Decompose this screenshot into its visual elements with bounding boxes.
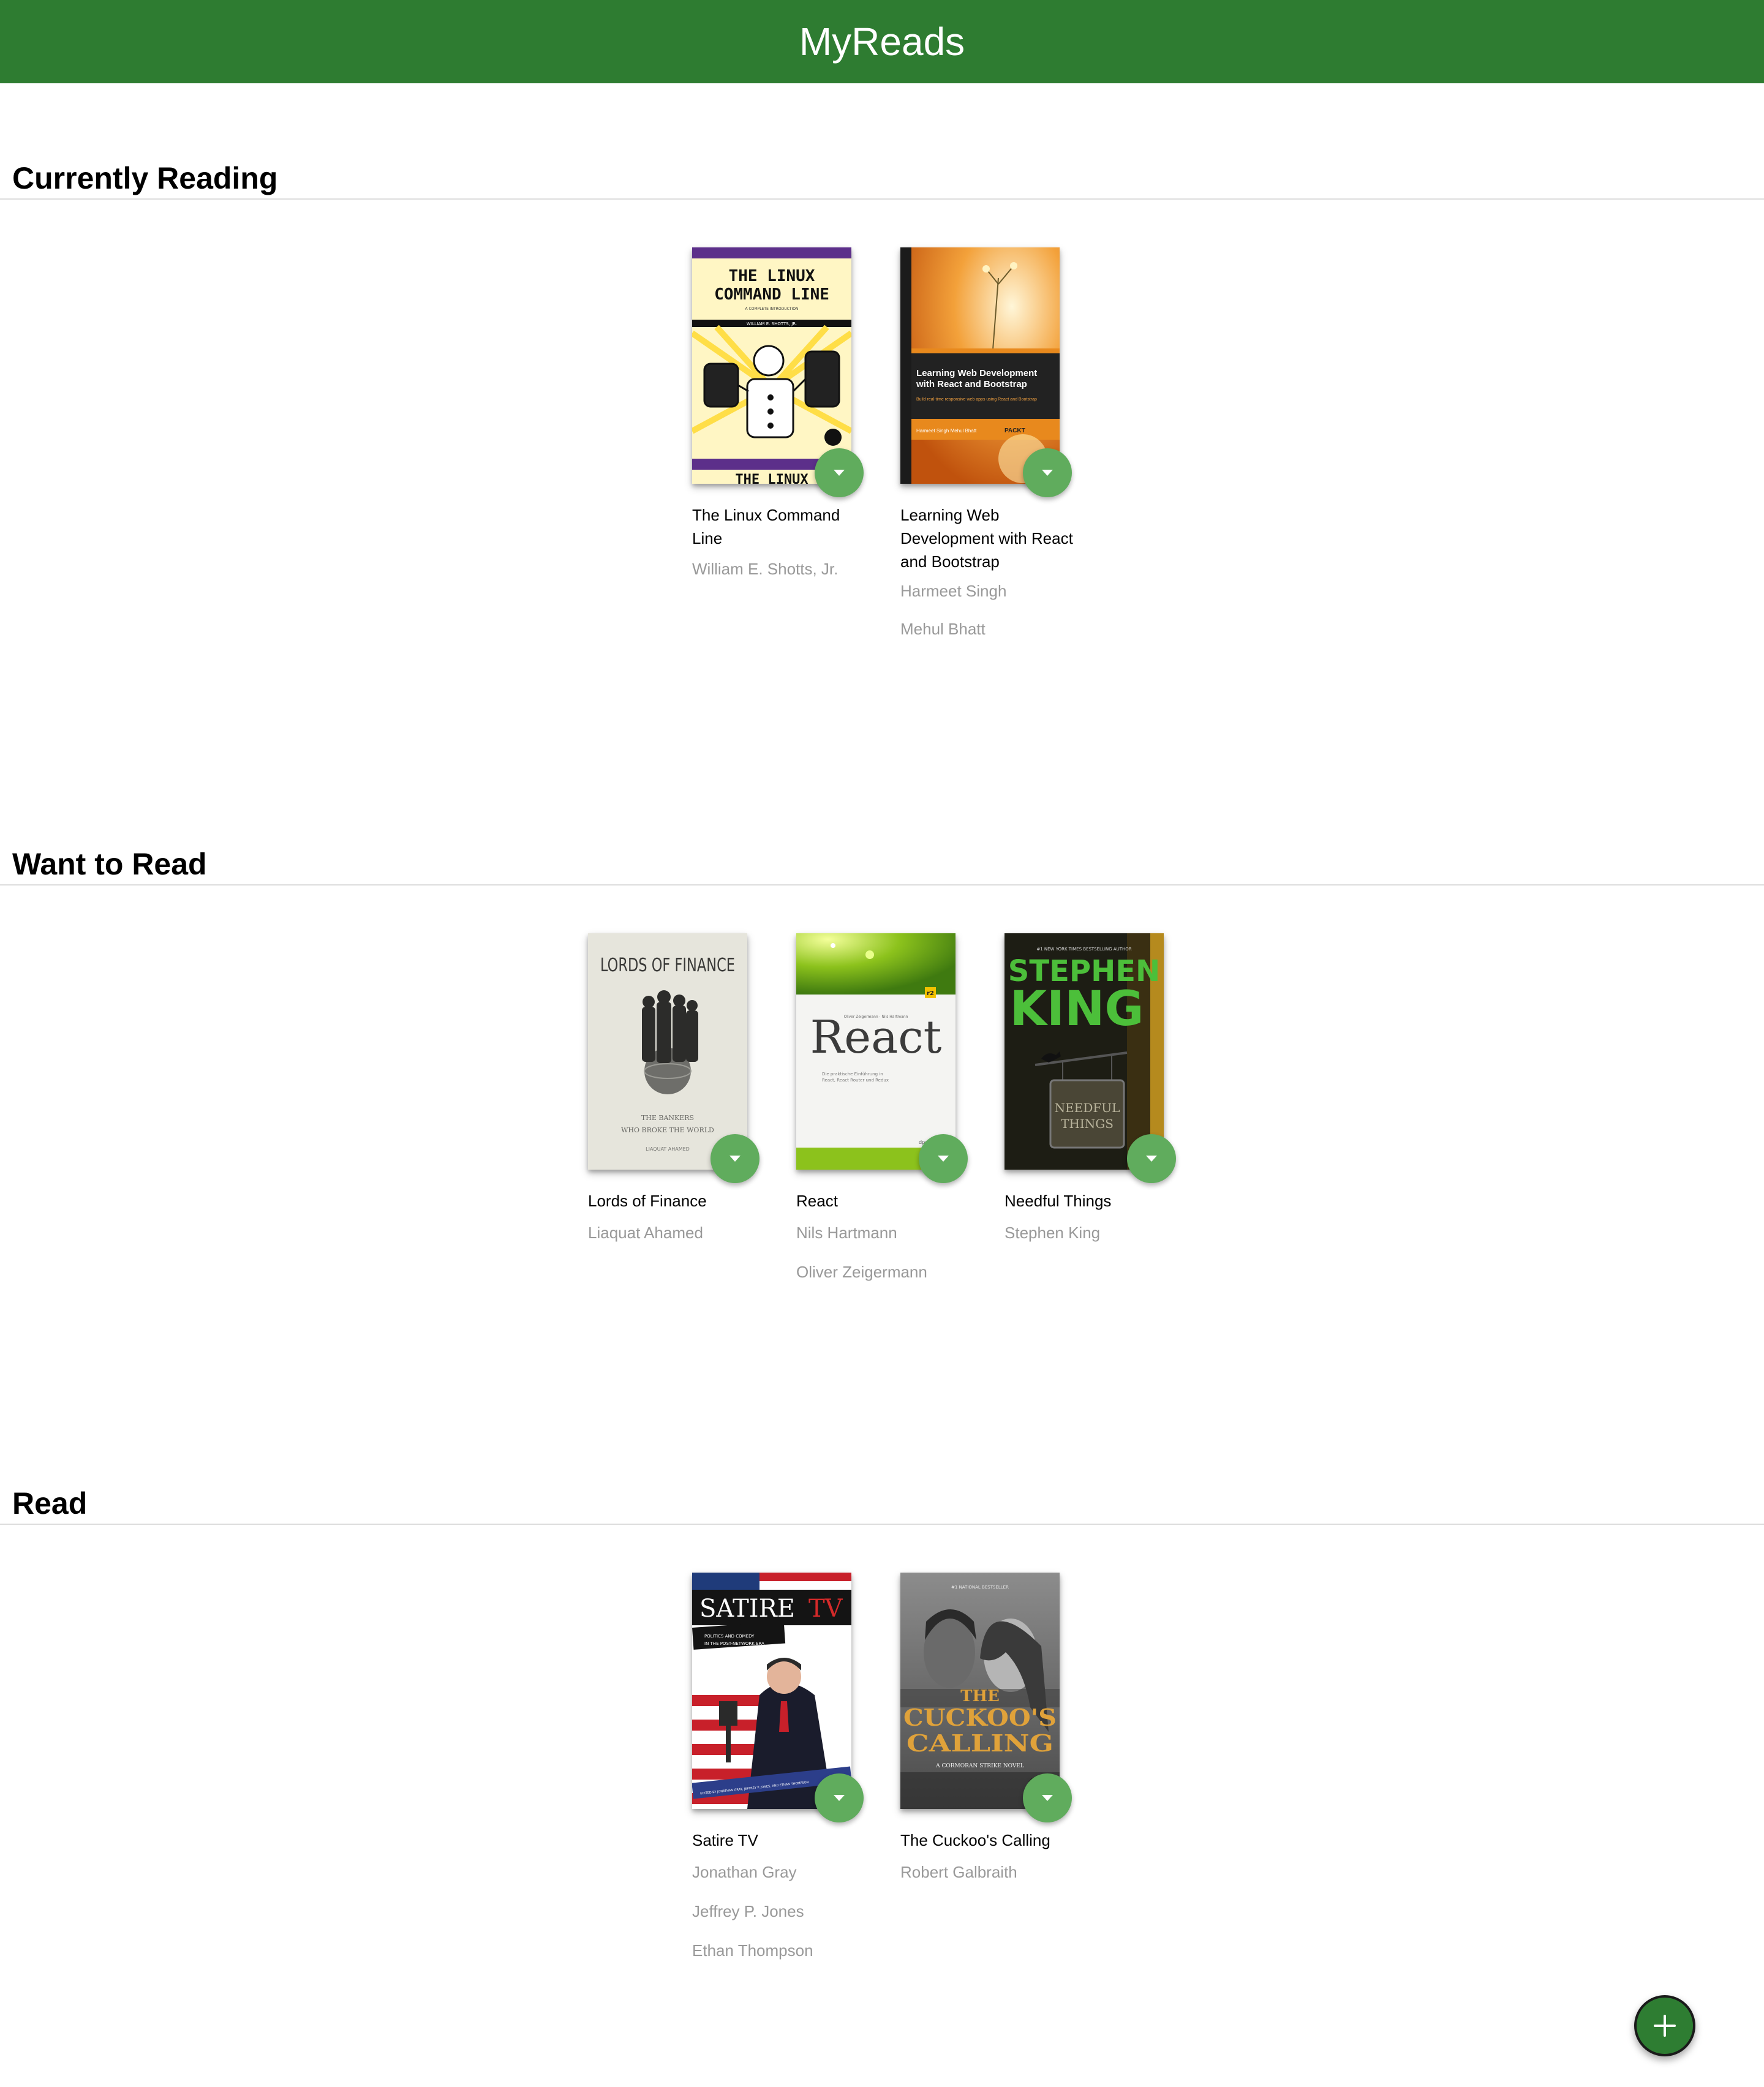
svg-text:React, React Router und Redux: React, React Router und Redux (822, 1078, 889, 1083)
cover-art-linux: THE LINUX COMMAND LINE A COMPLETE INTROD… (692, 247, 851, 484)
chevron-down-icon (729, 1156, 741, 1162)
shelf-changer-button[interactable] (710, 1134, 760, 1183)
book-cover[interactable]: SATIRE TV POLITICS AND COMEDY IN THE POS… (692, 1573, 851, 1809)
shelf-changer-button[interactable] (815, 1773, 864, 1822)
cover-art-needful-things: #1 NEW YORK TIMES BESTSELLING AUTHOR STE… (1005, 933, 1164, 1170)
svg-text:CALLING: CALLING (907, 1729, 1054, 1757)
shelf-currently-reading: Currently Reading THE LINUX COMMAND LINE… (0, 157, 1764, 647)
cover-art-cuckoos-calling: #1 NATIONAL BESTSELLER THE CUCKOO'S CALL… (900, 1573, 1060, 1809)
book-cover[interactable]: Learning Web Development with React and … (900, 247, 1060, 484)
book-cover[interactable]: THE LINUX COMMAND LINE A COMPLETE INTROD… (692, 247, 851, 484)
svg-text:THE: THE (960, 1687, 1000, 1705)
shelf-changer-button[interactable] (1023, 448, 1072, 497)
book-title: Learning Web Development with React and … (900, 506, 1073, 571)
shelf-divider (0, 1524, 1764, 1525)
svg-text:A COMPLETE INTRODUCTION: A COMPLETE INTRODUCTION (745, 307, 799, 311)
chevron-down-icon (1042, 470, 1053, 476)
chevron-down-icon (1146, 1156, 1157, 1162)
svg-text:THINGS: THINGS (1061, 1116, 1114, 1131)
book-author: Robert Galbraith (900, 1863, 1017, 1881)
book-title: Lords of Finance (588, 1192, 707, 1210)
chevron-down-icon (834, 1795, 845, 1801)
book-title: Satire TV (692, 1831, 758, 1849)
svg-text:KING: KING (1010, 982, 1144, 1037)
add-book-button[interactable] (1634, 1995, 1695, 2056)
svg-text:React: React (810, 1011, 942, 1064)
svg-text:POLITICS AND COMEDY: POLITICS AND COMEDY (704, 1634, 755, 1639)
cover-art-react: r2 Oliver Zeigermann · Nils Hartmann Rea… (796, 933, 956, 1170)
svg-text:THE LINUX: THE LINUX (735, 472, 808, 484)
book-author: Harmeet Singh (900, 582, 1007, 600)
book-cover[interactable]: r2 Oliver Zeigermann · Nils Hartmann Rea… (796, 933, 956, 1170)
cover-art-react-bootstrap: Learning Web Development with React and … (900, 247, 1060, 484)
svg-text:WHO BROKE THE WORLD: WHO BROKE THE WORLD (621, 1126, 714, 1134)
svg-text:SATIRE: SATIRE (699, 1595, 795, 1623)
svg-text:#1 NEW YORK TIMES BESTSELLING: #1 NEW YORK TIMES BESTSELLING AUTHOR (1036, 947, 1131, 952)
book-title: React (796, 1192, 838, 1210)
svg-text:Learning Web Development: Learning Web Development (916, 368, 1037, 378)
svg-text:TV: TV (809, 1595, 843, 1623)
book-author: Mehul Bhatt (900, 620, 986, 638)
book-author: Liaquat Ahamed (588, 1224, 703, 1242)
svg-text:CUCKOO'S: CUCKOO'S (903, 1704, 1057, 1731)
plus-icon (1654, 2015, 1676, 2037)
shelf-title: Want to Read (12, 847, 207, 881)
book-author: Nils Hartmann (796, 1224, 897, 1242)
book-author: Jeffrey P. Jones (692, 1902, 804, 1920)
svg-text:LORDS OF FINANCE: LORDS OF FINANCE (600, 955, 735, 976)
book-title: The Cuckoo's Calling (900, 1831, 1050, 1849)
book-author: Jonathan Gray (692, 1863, 797, 1881)
book-cover[interactable]: LORDS OF FINANCE THE BANKERS WHO BROKE T… (588, 933, 747, 1170)
book-author: William E. Shotts, Jr. (692, 560, 839, 578)
chevron-down-icon (1042, 1795, 1053, 1801)
shelf-want-to-read: Want to Read LORDS OF FINANCE THE BANKER… (0, 843, 1764, 1333)
svg-text:#1 NATIONAL BESTSELLER: #1 NATIONAL BESTSELLER (951, 1585, 1009, 1590)
shelf-divider (0, 198, 1764, 200)
shelf-divider (0, 884, 1764, 886)
svg-text:THE LINUX: THE LINUX (729, 267, 815, 285)
book-author: Stephen King (1005, 1224, 1101, 1242)
app-title: MyReads (799, 20, 965, 64)
svg-text:Harmeet Singh Mehul Bhatt: Harmeet Singh Mehul Bhatt (916, 428, 977, 434)
book-author: Oliver Zeigermann (796, 1263, 927, 1281)
book-author: Ethan Thompson (692, 1941, 813, 1960)
svg-text:Die praktische Einführung in: Die praktische Einführung in (822, 1072, 883, 1077)
svg-text:r2: r2 (927, 990, 934, 997)
book-title: The Linux Command Line (692, 506, 840, 547)
shelf-changer-button[interactable] (1023, 1773, 1072, 1822)
svg-text:NEEDFUL: NEEDFUL (1055, 1100, 1120, 1115)
svg-text:COMMAND LINE: COMMAND LINE (714, 285, 829, 304)
shelf-title: Currently Reading (12, 161, 278, 195)
shelf-changer-button[interactable] (1127, 1134, 1176, 1183)
svg-text:PACKT: PACKT (1005, 427, 1025, 434)
app-header: MyReads (0, 0, 1764, 83)
chevron-down-icon (938, 1156, 949, 1162)
shelf-changer-button[interactable] (815, 448, 864, 497)
shelf-read: Read SATIRE TV POLITICS AND COMEDY IN TH… (0, 1482, 1764, 1972)
book-title: Needful Things (1005, 1192, 1112, 1210)
svg-text:WILLIAM E. SHOTTS, JR.: WILLIAM E. SHOTTS, JR. (747, 322, 797, 326)
svg-text:LIAQUAT AHAMED: LIAQUAT AHAMED (646, 1146, 690, 1152)
svg-text:THE BANKERS: THE BANKERS (641, 1114, 694, 1122)
svg-text:Build real-time responsive web: Build real-time responsive web apps usin… (916, 397, 1037, 402)
book-cover[interactable]: #1 NATIONAL BESTSELLER THE CUCKOO'S CALL… (900, 1573, 1060, 1809)
shelf-title: Read (12, 1486, 88, 1521)
svg-text:A CORMORAN STRIKE NOVEL: A CORMORAN STRIKE NOVEL (935, 1763, 1024, 1769)
chevron-down-icon (834, 470, 845, 476)
svg-text:with React and Bootstrap: with React and Bootstrap (916, 379, 1027, 389)
svg-text:IN THE POST-NETWORK ERA: IN THE POST-NETWORK ERA (704, 1641, 764, 1646)
cover-art-lords-of-finance: LORDS OF FINANCE THE BANKERS WHO BROKE T… (588, 933, 747, 1170)
book-cover[interactable]: #1 NEW YORK TIMES BESTSELLING AUTHOR STE… (1005, 933, 1164, 1170)
cover-art-satire-tv: SATIRE TV POLITICS AND COMEDY IN THE POS… (692, 1573, 851, 1809)
shelf-changer-button[interactable] (919, 1134, 968, 1183)
